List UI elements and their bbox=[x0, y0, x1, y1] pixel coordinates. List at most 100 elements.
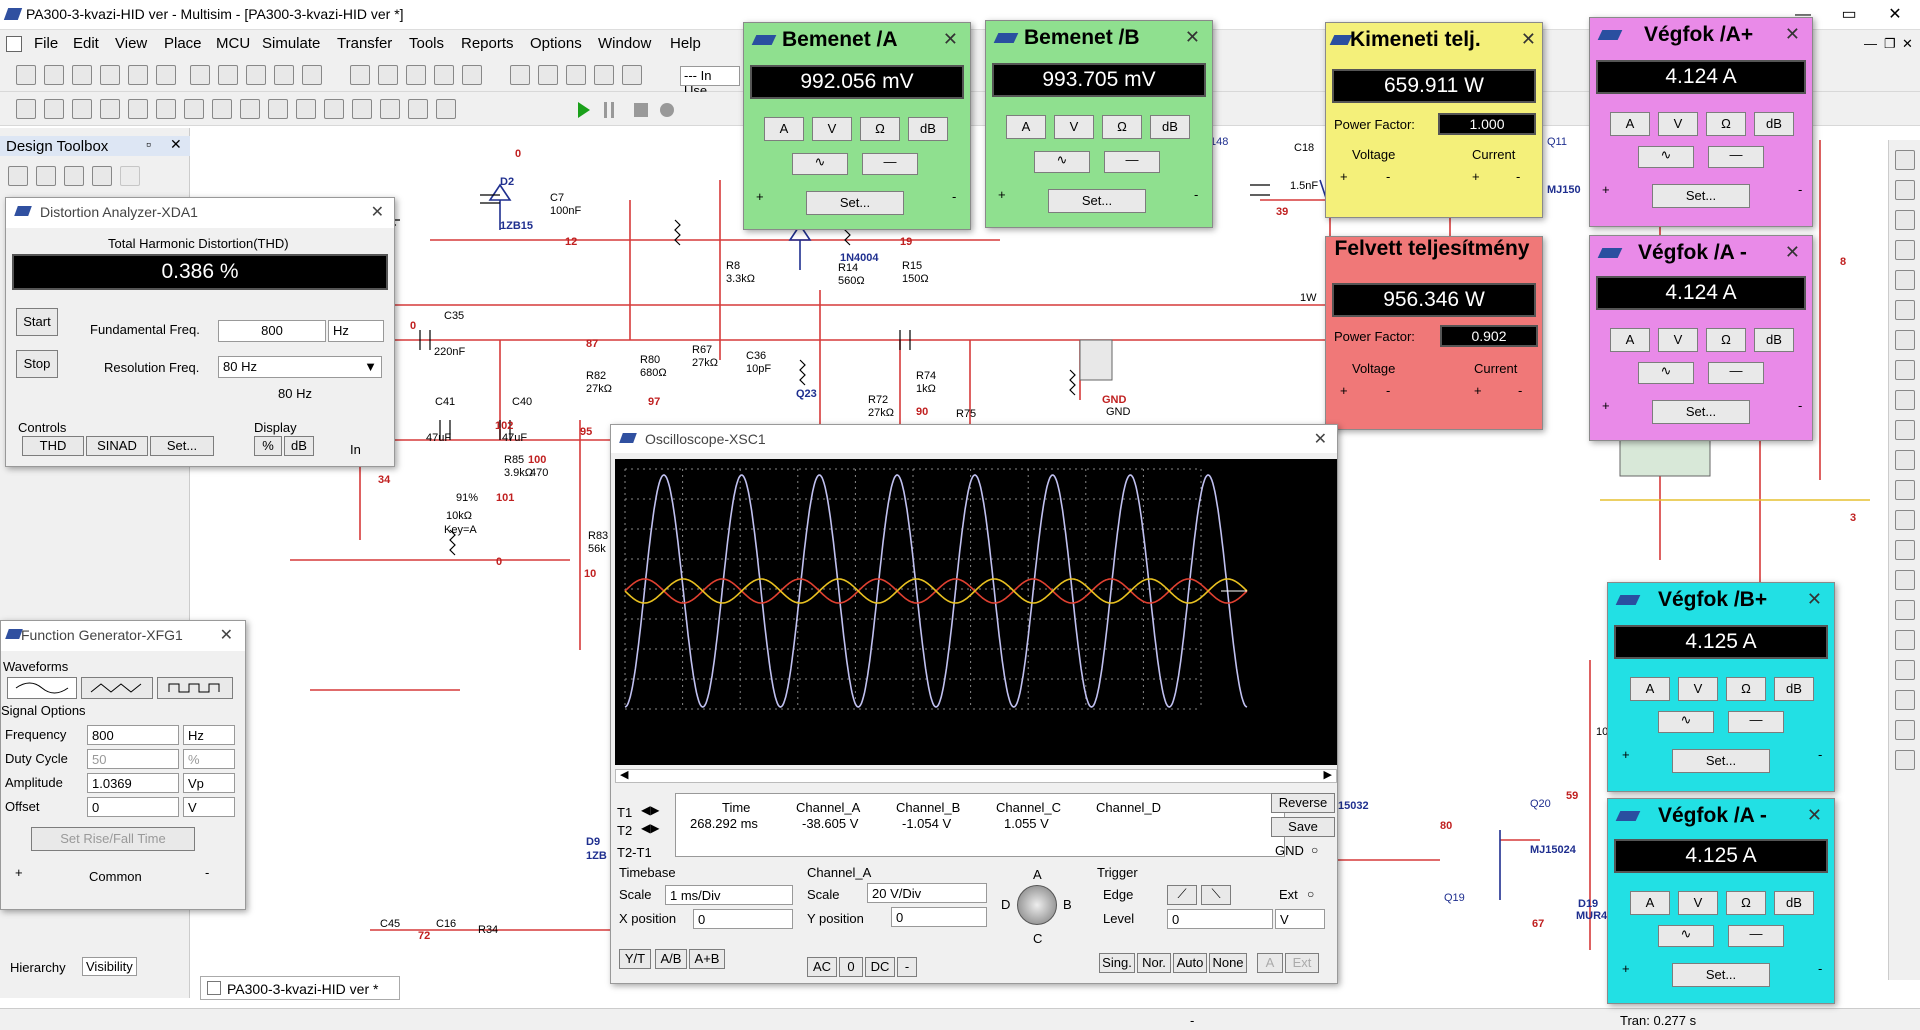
advanced-peripherals-icon[interactable] bbox=[240, 99, 260, 119]
current-plus-terminal[interactable]: + bbox=[1472, 169, 1480, 184]
stop-icon[interactable] bbox=[634, 103, 648, 117]
x-position-input[interactable]: 0 bbox=[693, 909, 793, 929]
print-preview-icon[interactable] bbox=[156, 65, 176, 85]
print-icon[interactable] bbox=[128, 65, 148, 85]
voltmeter-button[interactable]: V bbox=[1054, 115, 1094, 139]
ohmmeter-button[interactable]: Ω bbox=[1706, 328, 1746, 352]
menu-window[interactable]: Window bbox=[598, 35, 651, 52]
db-button[interactable]: dB bbox=[908, 117, 948, 141]
db-button[interactable]: dB bbox=[1774, 891, 1814, 915]
dc-coupling-button[interactable]: DC bbox=[865, 957, 895, 977]
yt-button[interactable]: Y/T bbox=[619, 949, 651, 969]
t2-arrows-icon[interactable]: ◀▶ bbox=[641, 821, 659, 835]
a-plus-b-button[interactable]: A+B bbox=[689, 949, 725, 969]
toolbox-delete-icon[interactable] bbox=[120, 166, 140, 186]
save-button[interactable]: Save bbox=[1271, 817, 1335, 837]
open-icon[interactable] bbox=[44, 65, 64, 85]
misc-icon[interactable] bbox=[380, 99, 400, 119]
word-generator-icon[interactable] bbox=[1895, 360, 1915, 380]
close-icon[interactable]: ✕ bbox=[943, 29, 958, 50]
close-button[interactable]: ✕ bbox=[1872, 0, 1918, 30]
dock-icon[interactable]: ▫ bbox=[146, 136, 151, 152]
minus-terminal[interactable]: - bbox=[1818, 747, 1822, 762]
triangle-wave-button[interactable] bbox=[81, 677, 153, 699]
undo-icon[interactable] bbox=[274, 65, 294, 85]
plus-terminal[interactable]: + bbox=[998, 187, 1006, 202]
normal-trigger-button[interactable]: Nor. bbox=[1137, 953, 1171, 973]
single-trigger-button[interactable]: Sing. bbox=[1099, 953, 1135, 973]
ab-button[interactable]: A/B bbox=[655, 949, 687, 969]
dc-mode-button[interactable]: — bbox=[1104, 151, 1160, 173]
ammeter-button[interactable]: A bbox=[764, 117, 804, 141]
trigger-a-button[interactable]: A bbox=[1257, 953, 1283, 973]
current-minus-terminal[interactable]: - bbox=[1518, 383, 1522, 398]
menu-mcu[interactable]: MCU bbox=[216, 35, 250, 52]
iv-analyzer-icon[interactable] bbox=[1895, 450, 1915, 470]
current-plus-terminal[interactable]: + bbox=[1474, 383, 1482, 398]
close-icon[interactable]: ✕ bbox=[371, 202, 384, 222]
indicator-icon[interactable] bbox=[324, 99, 344, 119]
menu-help[interactable]: Help bbox=[670, 35, 701, 52]
db-button[interactable]: dB bbox=[1754, 112, 1794, 136]
funcgen-titlebar[interactable]: Function Generator-XFG1 ✕ bbox=[1, 621, 245, 651]
scroll-left-icon[interactable]: ◀ bbox=[620, 768, 628, 781]
duty-cycle-unit[interactable]: % bbox=[183, 749, 235, 769]
back-annotate-icon[interactable] bbox=[538, 65, 558, 85]
transfer-icon[interactable] bbox=[594, 65, 614, 85]
meter-set-button[interactable]: Set... bbox=[1672, 963, 1770, 987]
dc-mode-button[interactable]: — bbox=[1728, 711, 1784, 733]
tab-hierarchy[interactable]: Hierarchy bbox=[10, 960, 66, 975]
timebase-scale-input[interactable]: 1 ms/Div bbox=[665, 885, 793, 905]
function-generator-icon[interactable] bbox=[1895, 180, 1915, 200]
maximize-button[interactable]: ▭ bbox=[1826, 0, 1872, 30]
ohmmeter-button[interactable]: Ω bbox=[1102, 115, 1142, 139]
fund-freq-input[interactable]: 800 bbox=[218, 320, 326, 342]
menu-file[interactable]: File bbox=[34, 35, 58, 52]
distortion-set-button[interactable]: Set... bbox=[150, 436, 214, 456]
voltmeter-button[interactable]: V bbox=[1658, 112, 1698, 136]
voltage-minus-terminal[interactable]: - bbox=[1386, 383, 1390, 398]
current-probe-icon[interactable] bbox=[1895, 750, 1915, 770]
voltmeter-button[interactable]: V bbox=[1678, 677, 1718, 701]
stop-button[interactable]: Stop bbox=[16, 350, 58, 378]
plus-terminal[interactable]: + bbox=[1602, 398, 1610, 413]
source-icon[interactable] bbox=[16, 99, 36, 119]
copy-icon[interactable] bbox=[218, 65, 238, 85]
frequency-input[interactable]: 800 bbox=[87, 725, 179, 745]
ac-coupling-button[interactable]: AC bbox=[807, 957, 837, 977]
db-button[interactable]: dB bbox=[1150, 115, 1190, 139]
menu-view[interactable]: View bbox=[115, 35, 147, 52]
toolbox-window-icon[interactable] bbox=[92, 166, 112, 186]
auto-trigger-button[interactable]: Auto bbox=[1173, 953, 1207, 973]
mcu-icon[interactable] bbox=[212, 99, 232, 119]
ac-mode-button[interactable]: ∿ bbox=[1658, 925, 1714, 947]
db-button[interactable]: dB bbox=[1774, 677, 1814, 701]
cmos-icon[interactable] bbox=[184, 99, 204, 119]
fund-freq-unit[interactable]: Hz bbox=[328, 320, 384, 342]
forward-annotate-icon[interactable] bbox=[566, 65, 586, 85]
close-icon[interactable]: ✕ bbox=[1785, 242, 1800, 263]
none-trigger-button[interactable]: None bbox=[1209, 953, 1247, 973]
toolbox-save-icon[interactable] bbox=[64, 166, 84, 186]
thd-button[interactable]: THD bbox=[22, 436, 84, 456]
ammeter-button[interactable]: A bbox=[1630, 891, 1670, 915]
meter-set-button[interactable]: Set... bbox=[806, 191, 904, 215]
grapher-icon[interactable] bbox=[434, 65, 454, 85]
invert-button[interactable]: - bbox=[897, 957, 917, 977]
ohmmeter-button[interactable]: Ω bbox=[1726, 677, 1766, 701]
db-button[interactable]: dB bbox=[1754, 328, 1794, 352]
plus-terminal[interactable]: + bbox=[1622, 961, 1630, 976]
reverse-button[interactable]: Reverse bbox=[1271, 793, 1335, 813]
run-icon[interactable] bbox=[578, 102, 590, 118]
scope-titlebar[interactable]: Oscilloscope-XSC1 ✕ bbox=[611, 425, 1337, 453]
meter-set-button[interactable]: Set... bbox=[1048, 189, 1146, 213]
ammeter-button[interactable]: A bbox=[1610, 112, 1650, 136]
ultiboard-icon[interactable] bbox=[622, 65, 642, 85]
dc-mode-button[interactable]: — bbox=[1708, 146, 1764, 168]
offset-input[interactable]: 0 bbox=[87, 797, 179, 817]
scope-screen[interactable] bbox=[615, 459, 1337, 765]
postprocessor-icon[interactable] bbox=[462, 65, 482, 85]
t1-arrows-icon[interactable]: ◀▶ bbox=[641, 803, 659, 817]
bode-plotter-icon[interactable] bbox=[1895, 300, 1915, 320]
plus-terminal[interactable]: + bbox=[15, 865, 23, 880]
